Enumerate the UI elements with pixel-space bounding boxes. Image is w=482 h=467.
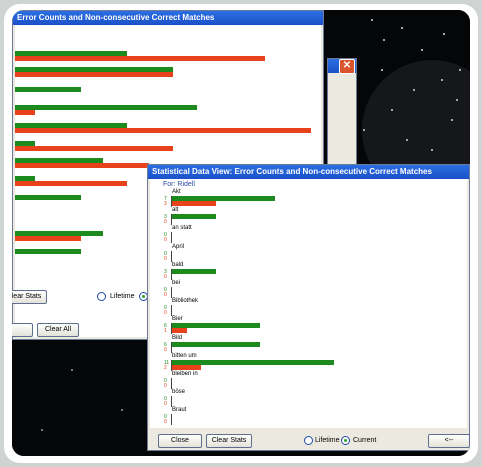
back-window-title: Error Counts and Non-consecutive Correct… (17, 13, 215, 22)
middle-window-body (330, 73, 354, 175)
word-label: Bier (172, 316, 183, 323)
bar-axis (171, 232, 172, 244)
bar-axis (171, 250, 172, 262)
back-correct-bar (15, 195, 81, 200)
error-bar (172, 328, 187, 334)
back-error-bar (15, 181, 127, 186)
word-label: Akt (172, 189, 181, 195)
front-window-title-bar[interactable]: Statistical Data View: Error Counts and … (148, 165, 469, 179)
clear-stats-button[interactable]: Clear Stats (206, 434, 252, 448)
front-window-title: Statistical Data View: Error Counts and … (152, 167, 432, 176)
word-label: bitten um (172, 352, 197, 359)
back-error-bar (15, 128, 311, 133)
back-clear-stats-button[interactable]: Clear Stats (12, 290, 47, 304)
error-bar (172, 201, 217, 206)
word-label: Bild (172, 334, 183, 341)
back-correct-bar (15, 87, 81, 92)
correct-bar (172, 341, 261, 347)
back-clear-all-button[interactable]: Clear All (37, 323, 79, 337)
word-stats-list: Akt 7 3 alt 3 0 an statt 0 0 April 0 0 bald 3 0 bei 0 0 Bi… (164, 189, 452, 431)
word-label: alt (172, 207, 179, 214)
bar-axis (171, 378, 172, 389)
desktop-screen: Error Counts and Non-consecutive Correct… (12, 10, 470, 456)
lifetime-radio[interactable] (304, 436, 313, 445)
back-lifetime-label: Lifetime (110, 293, 135, 300)
error-count: 2 (164, 364, 167, 371)
back-error-bar (15, 56, 265, 61)
error-count: 0 (164, 237, 167, 244)
error-count: 0 (164, 419, 167, 426)
close-button[interactable]: Close (158, 434, 202, 448)
back-error-bar (15, 146, 173, 151)
back-unlabeled-button[interactable] (12, 323, 33, 337)
back-window-title-bar[interactable]: Error Counts and Non-consecutive Correct… (13, 11, 323, 25)
word-label: bleiben in (172, 371, 198, 377)
error-count: 0 (164, 346, 167, 353)
back-error-bar (15, 236, 81, 241)
front-window: Statistical Data View: Error Counts and … (147, 164, 470, 451)
bar-axis (171, 414, 172, 426)
error-count: 0 (164, 219, 167, 226)
error-count: 0 (164, 310, 167, 317)
current-label: Current (353, 437, 377, 444)
bar-axis (171, 287, 172, 298)
error-count: 0 (164, 255, 167, 262)
close-icon[interactable]: ✕ (339, 59, 355, 74)
error-bar (172, 364, 202, 370)
back-correct-bar (15, 105, 197, 110)
middle-window (327, 58, 357, 178)
error-count: 1 (164, 328, 167, 335)
word-label: Bibliothek (172, 298, 199, 305)
word-label: April (172, 243, 185, 250)
word-label: an statt (172, 225, 192, 232)
user-subtitle: For: Ridell (163, 181, 195, 188)
correct-bar (172, 214, 217, 220)
front-window-chart-area: For: Ridell Akt 7 3 alt 3 0 an statt 0 0 April 0 0 b… (150, 179, 467, 428)
error-count: 0 (164, 292, 167, 298)
word-label: bei (172, 280, 181, 286)
back-error-bar (15, 163, 149, 168)
bar-axis (171, 305, 172, 317)
back-arrow-button[interactable]: <-- (428, 434, 470, 448)
back-correct-bar (15, 249, 81, 254)
error-count: 3 (164, 201, 167, 207)
back-lifetime-radio[interactable] (97, 292, 106, 301)
error-count: 0 (164, 273, 167, 280)
back-error-bar (15, 110, 35, 115)
word-row: Braut 0 0 (164, 407, 442, 431)
error-count: 0 (164, 401, 167, 408)
word-label: böse (172, 389, 186, 396)
error-count: 0 (164, 383, 167, 389)
word-label: bald (172, 261, 184, 268)
correct-bar (172, 268, 217, 274)
bar-axis (171, 396, 172, 408)
lifetime-label: Lifetime (315, 437, 340, 444)
back-error-bar (15, 72, 173, 77)
current-radio[interactable] (341, 436, 350, 445)
word-label: Braut (172, 407, 187, 414)
